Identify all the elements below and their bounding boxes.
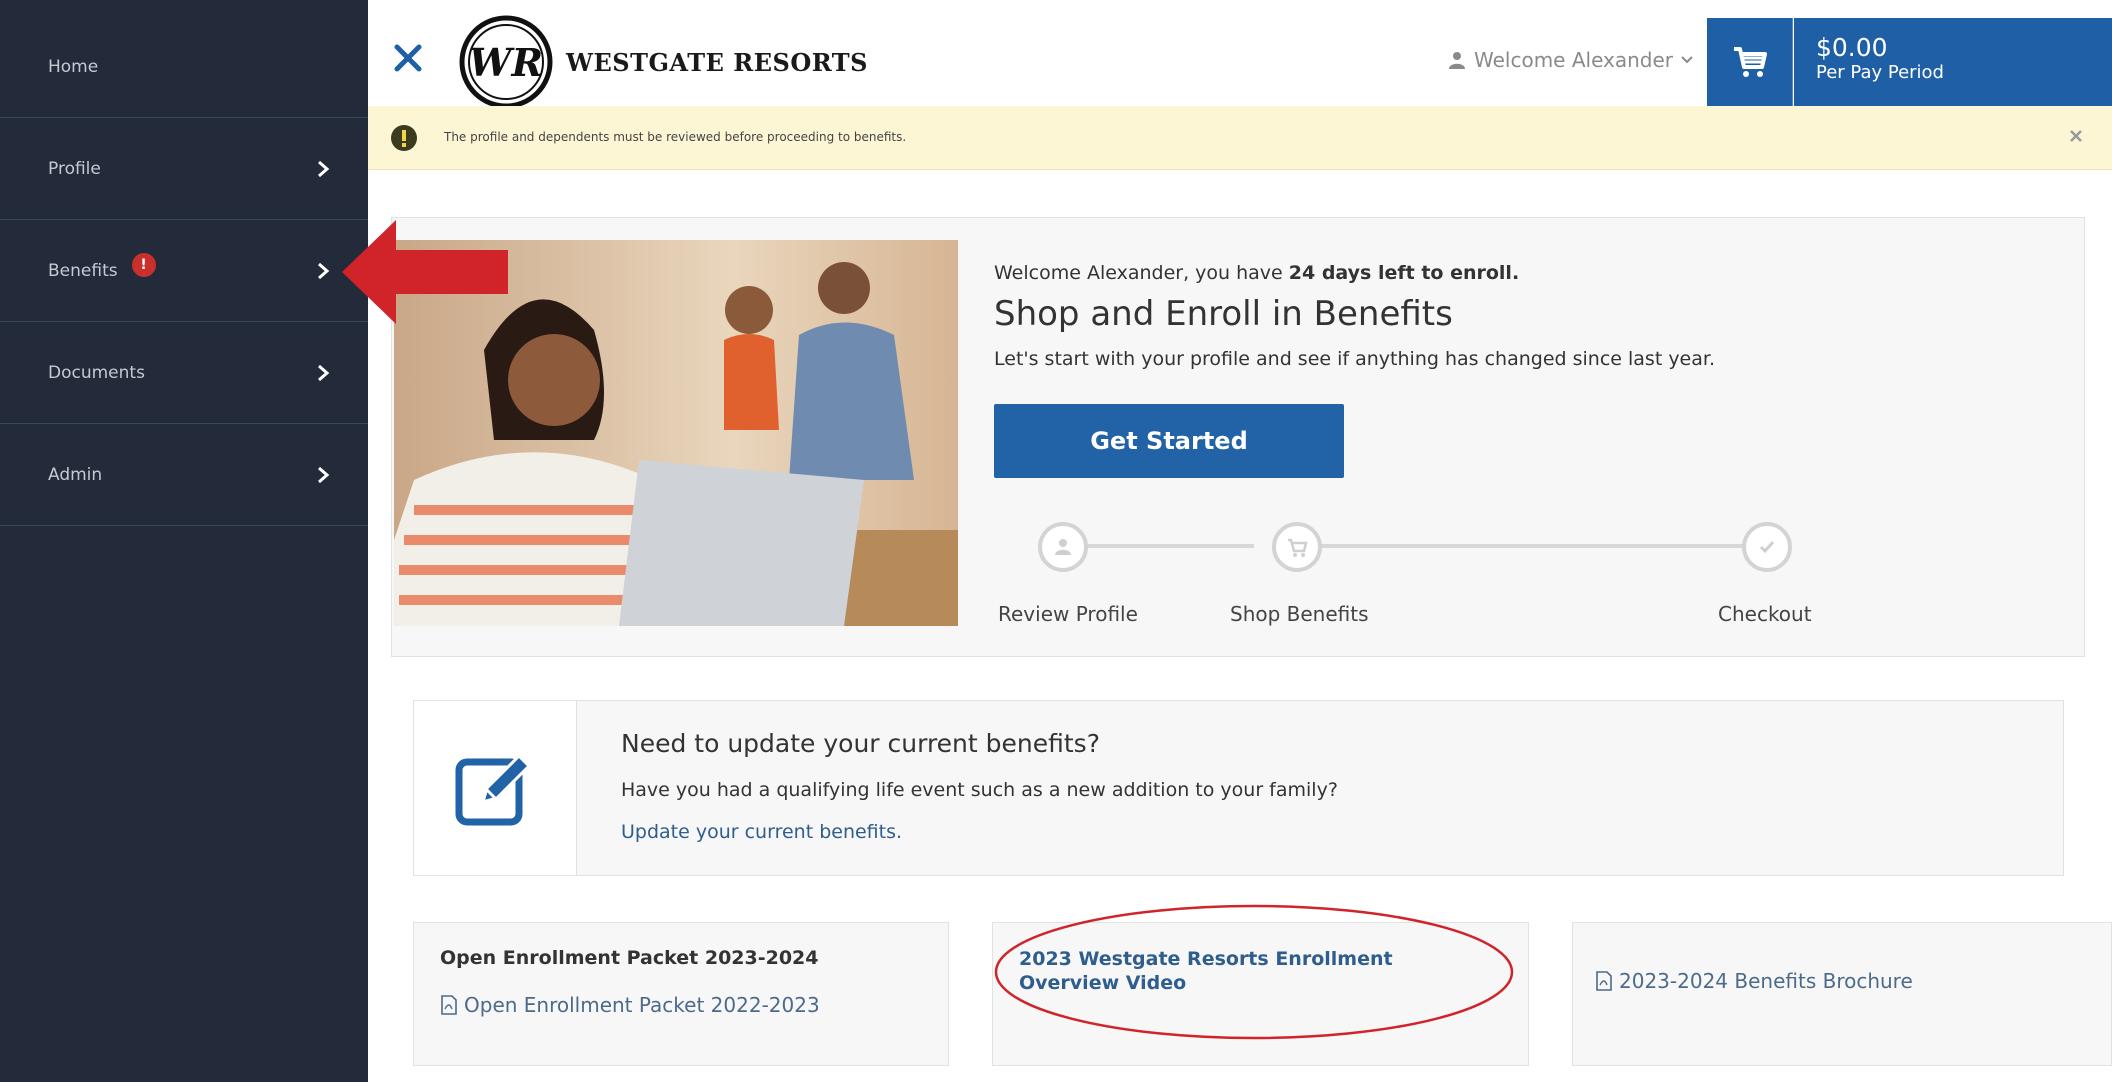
sidebar-item-profile[interactable]: Profile [0,118,368,220]
user-icon [1449,52,1465,69]
enrollment-hero: Welcome Alexander, you have 24 days left… [391,217,2085,657]
cart-button[interactable] [1707,18,1793,106]
sidebar-item-label: Benefits [48,260,118,281]
sidebar-item-label: Profile [48,158,101,179]
step-label: Shop Benefits [1230,602,1369,626]
step-label: Checkout [1718,602,1812,626]
price-summary: $0.00 Per Pay Period [1794,18,2112,106]
enroll-countdown: Welcome Alexander, you have 24 days left… [994,262,1520,284]
close-icon[interactable] [2068,128,2084,144]
progress-connector [1302,544,1774,548]
sidebar-item-benefits[interactable]: Benefits ! [0,220,368,322]
pdf-icon [441,995,457,1015]
sidebar-item-label: Home [48,56,99,77]
step-review-profile[interactable] [1038,522,1088,572]
sidebar-item-label: Admin [48,464,103,485]
sidebar: Home Profile Benefits ! Documents Admin [0,0,368,1082]
update-benefits-card: Need to update your current benefits? Ha… [413,700,2064,876]
chevron-right-icon [318,364,330,381]
warning-alert: The profile and dependents must be revie… [368,106,2112,170]
cart-icon [1733,47,1767,77]
pdf-icon [1596,971,1612,991]
chevron-down-icon [1681,56,1693,64]
price-amount: $0.00 [1816,33,1888,62]
alert-badge: ! [131,252,156,277]
hero-subtitle: Let's start with your profile and see if… [994,348,1715,370]
chevron-right-icon [318,160,330,177]
progress-connector [1068,544,1254,548]
sidebar-item-label: Documents [48,362,145,383]
update-title: Need to update your current benefits? [621,729,1100,758]
annotation-ellipse-icon [994,904,1514,1040]
hero-title: Shop and Enroll in Benefits [994,294,1453,334]
close-icon[interactable] [390,40,426,76]
update-description: Have you had a qualifying life event suc… [621,779,1338,801]
update-benefits-link[interactable]: Update your current benefits. [621,821,902,843]
sidebar-item-admin[interactable]: Admin [0,424,368,526]
update-icon-container [414,701,577,875]
enrollment-packet-card: Open Enrollment Packet 2023-2024 Open En… [413,922,949,1066]
chevron-right-icon [318,466,330,483]
brochure-pdf-link[interactable]: 2023-2024 Benefits Brochure [1595,969,1913,993]
westgate-logo-icon: WR [459,15,553,109]
top-bar: WR WESTGATE RESORTS Welcome Alexander $0… [368,15,2112,109]
chevron-right-icon [318,262,330,279]
step-checkout[interactable] [1742,522,1792,572]
edit-icon [455,753,532,826]
check-icon [1759,541,1775,554]
user-menu[interactable]: Welcome Alexander [1448,48,1693,72]
svg-text:WR: WR [469,40,543,85]
enrollment-progress: Review Profile Shop Benefits Checkout [994,518,1894,638]
step-label: Review Profile [998,602,1138,626]
annotation-arrow-icon [342,220,508,324]
company-name: WESTGATE RESORTS [566,48,868,77]
sidebar-item-documents[interactable]: Documents [0,322,368,424]
card-title: Open Enrollment Packet 2023-2024 [440,947,819,969]
step-shop-benefits[interactable] [1272,522,1322,572]
warning-icon [391,125,417,151]
sidebar-item-home[interactable]: Home [0,16,368,118]
alert-message: The profile and dependents must be revie… [444,130,907,144]
hero-text: Welcome Alexander, you have 24 days left… [994,262,2044,370]
cart-icon [1288,538,1308,557]
price-period: Per Pay Period [1816,62,1944,83]
brochure-card: 2023-2024 Benefits Brochure [1572,922,2112,1066]
user-icon [1055,539,1071,555]
welcome-text: Welcome Alexander [1474,48,1674,72]
packet-pdf-link[interactable]: Open Enrollment Packet 2022-2023 [440,993,820,1017]
get-started-button[interactable]: Get Started [994,404,1344,478]
